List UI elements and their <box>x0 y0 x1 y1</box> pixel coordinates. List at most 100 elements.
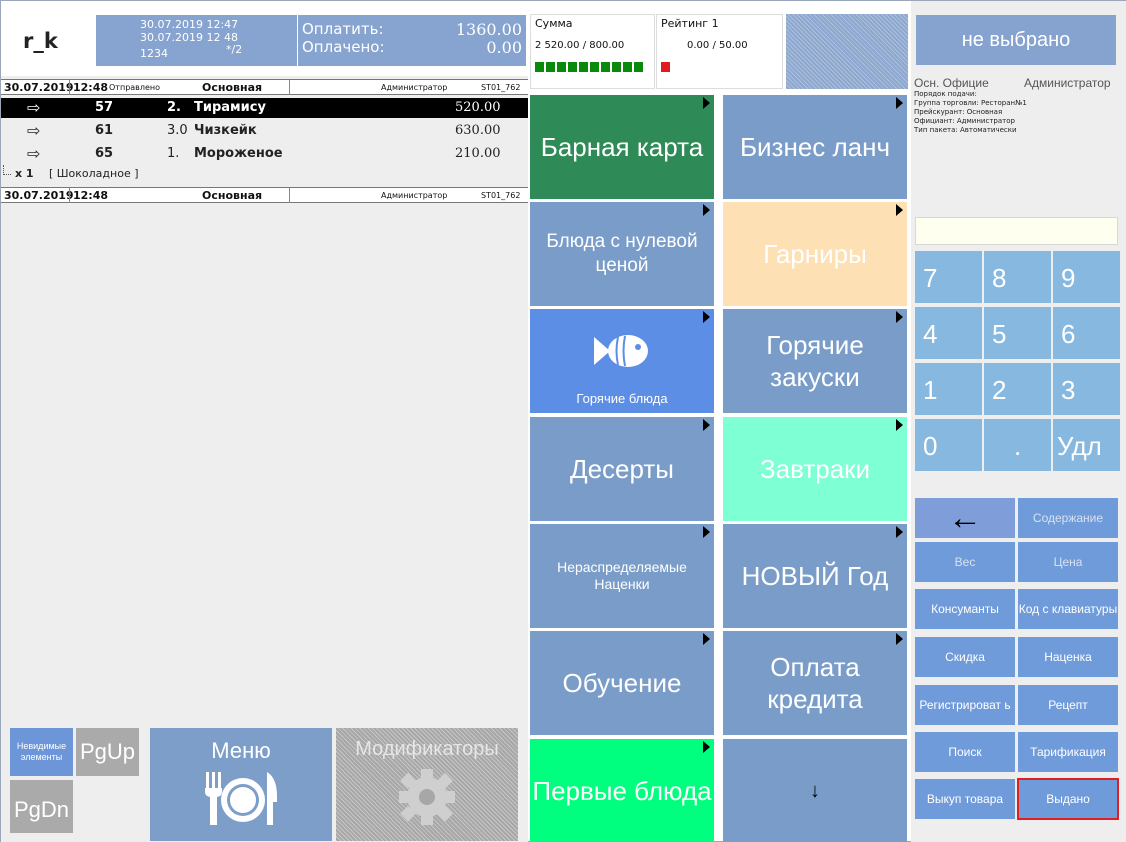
menu-category-button[interactable]: Блюда с нулевой ценой <box>530 202 714 306</box>
logo: r_k <box>23 29 58 53</box>
menu-category-label: Горячие закуски <box>766 329 864 393</box>
info-line: Группа торговли: Ресторан№1 <box>914 99 1027 107</box>
menu-category-label: Блюда с нулевой ценой <box>546 231 698 276</box>
menu-category-button[interactable]: Гарниры <box>723 202 907 306</box>
numpad-key[interactable]: 3 <box>1053 363 1120 415</box>
tree-connector <box>3 165 11 175</box>
menu-category-label: Бизнес ланч <box>739 131 891 162</box>
numpad-key[interactable]: 2 <box>984 363 1051 415</box>
numpad-key[interactable]: 1 <box>915 363 982 415</box>
order-code: ST01_762 <box>481 191 521 200</box>
divider <box>69 188 70 203</box>
modifier-multiplier: x 1 <box>15 167 34 180</box>
consumables-button[interactable]: Консуманты <box>915 589 1015 629</box>
menu-category-button[interactable]: Завтраки <box>723 417 907 521</box>
menu-category-label: Нераспределяемые Наценки <box>557 558 687 593</box>
customer-select-button[interactable]: не выбрано <box>916 15 1116 65</box>
info-line: Тип пакета: Автоматически <box>914 126 1017 134</box>
recipe-button[interactable]: Рецепт <box>1018 685 1118 725</box>
numpad-key[interactable]: 8 <box>984 251 1051 303</box>
pgdn-button[interactable]: PgDn <box>10 780 73 833</box>
menu-category-button[interactable]: Оплата кредита <box>723 631 907 735</box>
order-item[interactable]: ⇨ 65 1. Мороженое 210.00 <box>1 144 528 164</box>
submenu-arrow-icon <box>896 204 903 216</box>
menu-category-button[interactable]: Нераспределяемые Наценки <box>530 524 714 628</box>
pgup-button[interactable]: PgUp <box>76 728 139 776</box>
menu-category-label: Десерты <box>569 453 674 484</box>
discount-button[interactable]: Скидка <box>915 637 1015 677</box>
sent-icon: ⇨ <box>27 98 41 117</box>
numpad-key[interactable]: 9 <box>1053 251 1120 303</box>
order-item[interactable]: ⇨ 57 2. Тирамису 520.00 <box>1 98 528 118</box>
weight-button[interactable]: Вес <box>915 542 1015 582</box>
menu-category-button[interactable]: Барная карта <box>530 95 714 199</box>
order-header-row[interactable]: 30.07.2019 12:48 Отправлено Основная Адм… <box>1 79 528 95</box>
info-line: Официант: Администратор <box>914 117 1015 125</box>
submenu-arrow-icon <box>896 419 903 431</box>
issued-button[interactable]: Выдано <box>1017 778 1119 820</box>
pos-window: r_k 30.07.2019 12:47 30.07.2019 12 48 12… <box>0 0 1126 842</box>
menu-category-label: ↓ <box>810 779 820 802</box>
content-button[interactable]: Содержание <box>1018 498 1118 538</box>
sum-progress-bar <box>535 62 645 72</box>
numpad-key[interactable]: 4 <box>915 307 982 359</box>
tariff-button[interactable]: Тарификация <box>1018 732 1118 772</box>
markup-button[interactable]: Наценка <box>1018 637 1118 677</box>
delete-key[interactable]: Удл <box>1053 419 1120 471</box>
item-code: 65 <box>95 146 114 161</box>
item-price: 210.00 <box>455 146 501 161</box>
menu-category-button[interactable]: Обучение <box>530 631 714 735</box>
item-name: Тирамису <box>194 100 266 115</box>
submenu-arrow-icon <box>703 97 710 109</box>
order-name: Основная <box>202 189 263 202</box>
numpad-key[interactable]: 6 <box>1053 307 1120 359</box>
item-price: 630.00 <box>455 123 501 138</box>
buyout-button[interactable]: Выкуп товара <box>915 779 1015 819</box>
submenu-arrow-icon <box>896 97 903 109</box>
modifiers-button[interactable]: Модификаторы <box>336 728 518 841</box>
order-header-row[interactable]: 30.07.2019 12:48 Основная Администратор … <box>1 187 528 203</box>
order-date: 30.07.2019 <box>4 81 74 94</box>
numpad-key[interactable]: . <box>984 419 1051 471</box>
backspace-button[interactable]: ← <box>915 498 1015 538</box>
modifiers-label: Модификаторы <box>355 738 499 760</box>
search-button[interactable]: Поиск <box>915 732 1015 772</box>
divider <box>289 188 290 203</box>
item-qty: 1. <box>167 146 180 161</box>
menu-category-button[interactable]: Горячие закуски <box>723 309 907 413</box>
sent-icon: ⇨ <box>27 144 41 163</box>
menu-category-label: Барная карта <box>540 131 704 162</box>
menu-category-button[interactable]: Горячие блюда <box>530 309 714 413</box>
numpad-display[interactable] <box>915 217 1118 245</box>
submenu-arrow-icon <box>896 311 903 323</box>
table-info-box[interactable]: 30.07.2019 12:47 30.07.2019 12 48 1234 *… <box>96 15 297 66</box>
paid-label: Оплачено: <box>302 38 385 56</box>
price-button[interactable]: Цена <box>1018 542 1118 582</box>
menu-category-button[interactable]: НОВЫЙ Год <box>723 524 907 628</box>
invisible-elements-button[interactable]: Невидимые элементы <box>10 728 73 776</box>
item-name: Мороженое <box>194 146 283 161</box>
register-button[interactable]: Регистрироват ь <box>915 685 1015 725</box>
rating-indicator: Рейтинг 1 0.00 / 50.00 <box>656 14 783 89</box>
close-time: 30.07.2019 12 48 <box>140 31 238 44</box>
menu-category-label: Горячие блюда <box>576 390 668 406</box>
keycode-button[interactable]: Код с клавиатуры <box>1018 589 1118 629</box>
modifier-name: [ Шоколадное ] <box>49 167 139 180</box>
fish-icon <box>594 334 648 367</box>
order-item[interactable]: ⇨ 61 3.0 Чизкейк 630.00 <box>1 121 528 141</box>
order-time: 12:48 <box>73 189 109 202</box>
pay-label: Оплатить: <box>302 20 384 38</box>
numpad-key[interactable]: 0 <box>915 419 982 471</box>
guest-count: */2 <box>226 43 243 56</box>
menu-category-button[interactable]: Десерты <box>530 417 714 521</box>
menu-category-button[interactable]: Бизнес ланч <box>723 95 907 199</box>
menu-category-button[interactable]: Первые блюда <box>530 739 714 842</box>
item-modifier[interactable]: x 1 [ Шоколадное ] <box>1 165 528 181</box>
sum-value: 2 520.00 / 800.00 <box>535 40 625 51</box>
numpad-key[interactable]: 5 <box>984 307 1051 359</box>
menu-category-button[interactable]: ↓ <box>723 739 907 842</box>
numpad-key[interactable]: 7 <box>915 251 982 303</box>
waiter-value: Администратор <box>1024 76 1111 90</box>
plate-icon <box>205 772 277 825</box>
menu-button[interactable]: Меню <box>150 728 332 841</box>
